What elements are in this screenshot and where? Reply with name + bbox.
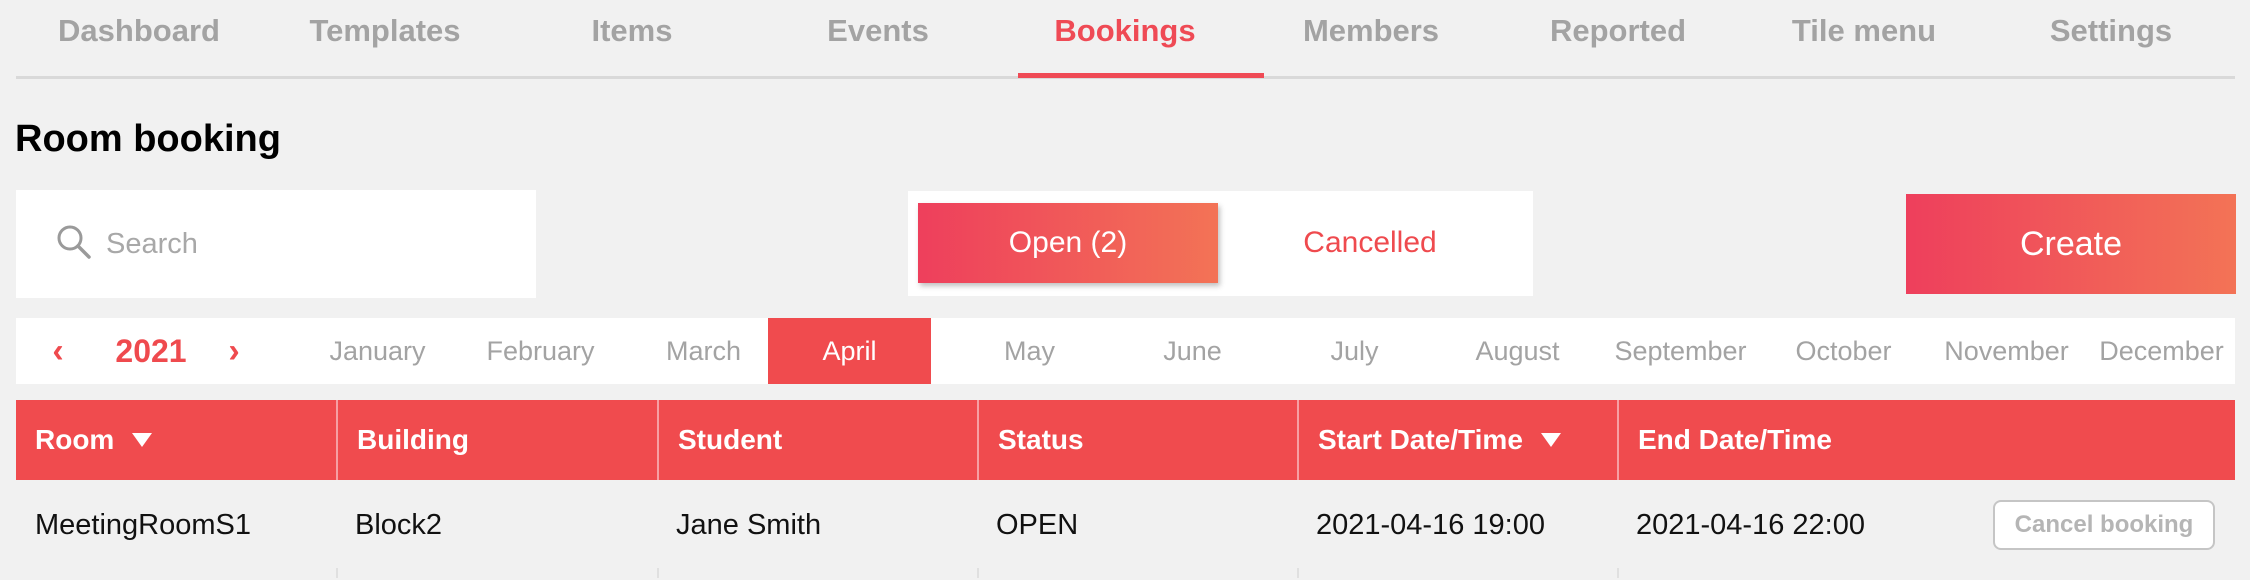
column-header-student[interactable]: Student xyxy=(657,400,977,480)
search-icon xyxy=(57,225,91,259)
tab-reported[interactable]: Reported xyxy=(1495,0,1741,79)
search-box xyxy=(16,190,536,298)
column-header-label: End Date/Time xyxy=(1638,424,1832,455)
month-september[interactable]: September xyxy=(1599,318,1762,384)
month-may[interactable]: May xyxy=(948,318,1111,384)
sort-down-icon[interactable] xyxy=(132,433,153,447)
cell-room: MeetingRoomS1 xyxy=(35,508,251,541)
sort-down-icon[interactable] xyxy=(1540,433,1561,447)
column-header-label: Status xyxy=(998,424,1084,455)
cell-student: Jane Smith xyxy=(676,508,822,541)
column-divider xyxy=(977,568,979,578)
column-divider xyxy=(336,568,338,578)
month-august[interactable]: August xyxy=(1436,318,1599,384)
column-header-label: Building xyxy=(357,424,469,455)
column-header-end[interactable]: End Date/Time xyxy=(1617,400,2235,480)
active-tab-underline xyxy=(1018,73,1264,78)
top-nav: Dashboard Templates Items Events Booking… xyxy=(16,0,2235,79)
tab-bookings[interactable]: Bookings xyxy=(1002,0,1248,79)
column-divider xyxy=(1617,568,1619,578)
month-july[interactable]: July xyxy=(1273,318,1436,384)
cell-start: 2021-04-16 19:00 xyxy=(1316,508,1545,541)
month-january[interactable]: January xyxy=(296,318,459,384)
column-divider xyxy=(657,568,659,578)
month-november[interactable]: November xyxy=(1925,318,2088,384)
search-input[interactable] xyxy=(104,218,508,270)
month-october[interactable]: October xyxy=(1762,318,1925,384)
column-header-room[interactable]: Room xyxy=(16,400,336,480)
column-header-label: Student xyxy=(678,424,783,455)
page-title: Room booking xyxy=(15,118,281,160)
tab-members[interactable]: Members xyxy=(1248,0,1494,79)
tab-settings[interactable]: Settings xyxy=(1988,0,2234,79)
status-toggle: Open (2) Cancelled xyxy=(908,191,1533,296)
column-header-building[interactable]: Building xyxy=(336,400,657,480)
column-header-label: Room xyxy=(35,424,115,455)
column-header-start[interactable]: Start Date/Time xyxy=(1297,400,1617,480)
cell-end: 2021-04-16 22:00 xyxy=(1636,508,1865,541)
next-year-icon[interactable]: › xyxy=(214,318,254,384)
prev-year-icon[interactable]: ‹ xyxy=(38,318,78,384)
tab-items[interactable]: Items xyxy=(509,0,755,79)
month-december[interactable]: December xyxy=(2088,318,2235,384)
month-june[interactable]: June xyxy=(1111,318,1274,384)
cancel-booking-button[interactable]: Cancel booking xyxy=(1993,500,2215,550)
cell-building: Block2 xyxy=(355,508,443,541)
year-label: 2021 xyxy=(115,332,187,369)
month-february[interactable]: February xyxy=(459,318,622,384)
create-button[interactable]: Create xyxy=(1906,194,2236,294)
cell-status: OPEN xyxy=(996,508,1079,541)
month-selector: ‹ 2021 › January February March April Ma… xyxy=(16,318,2235,384)
column-divider xyxy=(1297,568,1299,578)
column-header-status[interactable]: Status xyxy=(977,400,1297,480)
tab-templates[interactable]: Templates xyxy=(262,0,508,79)
month-april[interactable]: April xyxy=(768,318,931,384)
tab-dashboard[interactable]: Dashboard xyxy=(16,0,262,79)
tab-tile-menu[interactable]: Tile menu xyxy=(1741,0,1987,79)
table-header: Room Building Student Status Start Date/… xyxy=(16,400,2235,480)
month-march[interactable]: March xyxy=(622,318,785,384)
table-row: MeetingRoomS1 Block2 Jane Smith OPEN 202… xyxy=(16,480,2235,578)
cancelled-filter-button[interactable]: Cancelled xyxy=(1220,203,1520,283)
column-header-label: Start Date/Time xyxy=(1318,424,1523,455)
open-filter-button[interactable]: Open (2) xyxy=(918,203,1218,283)
tab-events[interactable]: Events xyxy=(755,0,1001,79)
